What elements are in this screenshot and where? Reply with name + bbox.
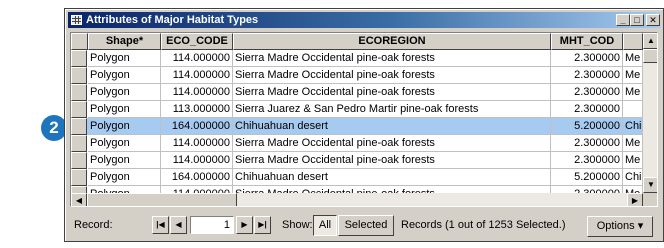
cell-ecoregion[interactable]: Sierra Madre Occidental pine-oak forests <box>233 135 551 152</box>
row-selector-header[interactable] <box>71 33 88 50</box>
row-selector[interactable] <box>71 169 87 186</box>
attributes-window: Attributes of Major Habitat Types _ □ ✕ … <box>64 8 664 242</box>
window-title: Attributes of Major Habitat Types <box>86 14 259 26</box>
cell-eco-code[interactable]: 164.000000 <box>161 169 233 186</box>
record-number-input[interactable]: 1 <box>190 216 234 234</box>
next-record-button[interactable]: ▶ <box>236 216 253 234</box>
row-selector[interactable] <box>71 152 87 169</box>
cell-ecoregion[interactable]: Sierra Madre Occidental pine-oak forests <box>233 50 551 67</box>
cell-partial[interactable]: Chi <box>623 169 643 186</box>
options-button[interactable]: Options ▾ <box>587 216 653 237</box>
table-row[interactable]: Polygon114.000000Sierra Madre Occidental… <box>71 152 643 169</box>
show-label: Show: <box>282 219 313 231</box>
column-header-partial[interactable] <box>623 33 643 50</box>
cell-shape[interactable]: Polygon <box>88 152 161 169</box>
cell-partial[interactable]: Me <box>623 135 643 152</box>
cell-eco-code[interactable]: 114.000000 <box>161 152 233 169</box>
previous-record-button[interactable]: ◀ <box>170 216 187 234</box>
last-record-button[interactable]: ▶| <box>254 216 271 234</box>
cell-eco-code[interactable]: 113.000000 <box>161 101 233 118</box>
cell-ecoregion[interactable]: Sierra Madre Occidental pine-oak forests <box>233 67 551 84</box>
cell-mht-cod[interactable]: 5.200000 <box>551 169 623 186</box>
scroll-left-button[interactable]: ◀ <box>71 193 87 206</box>
row-selector[interactable] <box>71 50 87 67</box>
minimize-button[interactable]: _ <box>616 14 630 26</box>
cell-mht-cod[interactable]: 2.300000 <box>551 152 623 169</box>
cell-partial[interactable]: Me <box>623 50 643 67</box>
cell-shape[interactable]: Polygon <box>88 101 161 118</box>
cell-ecoregion[interactable]: Chihuahuan desert <box>233 118 551 135</box>
cell-eco-code[interactable]: 114.000000 <box>161 50 233 67</box>
cell-shape[interactable]: Polygon <box>88 84 161 101</box>
scroll-down-button[interactable]: ▼ <box>643 177 657 193</box>
table-row[interactable]: Polygon114.000000Sierra Madre Occidental… <box>71 50 643 67</box>
row-selector[interactable] <box>71 118 87 135</box>
title-bar[interactable]: Attributes of Major Habitat Types _ □ ✕ <box>68 12 660 28</box>
cell-ecoregion[interactable]: Sierra Madre Occidental pine-oak forests <box>233 84 551 101</box>
cell-ecoregion[interactable]: Sierra Madre Occidental pine-oak forests <box>233 152 551 169</box>
close-button[interactable]: ✕ <box>646 14 660 26</box>
cell-shape[interactable]: Polygon <box>88 118 161 135</box>
cell-partial[interactable]: Me <box>623 152 643 169</box>
maximize-button[interactable]: □ <box>630 14 644 26</box>
cell-mht-cod[interactable]: 2.300000 <box>551 50 623 67</box>
scroll-right-button[interactable]: ▶ <box>627 193 643 206</box>
cell-shape[interactable]: Polygon <box>88 169 161 186</box>
cell-mht-cod[interactable]: 5.200000 <box>551 118 623 135</box>
row-selector[interactable] <box>71 101 87 118</box>
records-count-text: Records (1 out of 1253 Selected.) <box>401 219 566 231</box>
row-selector[interactable] <box>71 84 87 101</box>
cell-partial[interactable]: Me <box>623 84 643 101</box>
cell-mht-cod[interactable]: 2.300000 <box>551 135 623 152</box>
table-icon <box>71 15 82 25</box>
horizontal-scrollbar[interactable]: ◀ ▶ <box>71 193 643 206</box>
cell-partial[interactable] <box>623 101 643 118</box>
cell-partial[interactable]: Chi <box>623 118 643 135</box>
column-header-mht-cod[interactable]: MHT_COD <box>551 33 623 50</box>
cell-eco-code[interactable]: 114.000000 <box>161 67 233 84</box>
show-all-button[interactable]: All <box>313 215 337 236</box>
cell-shape[interactable]: Polygon <box>88 135 161 152</box>
scroll-up-button[interactable]: ▲ <box>643 33 657 49</box>
column-header-shape[interactable]: Shape* <box>88 33 161 50</box>
cell-partial[interactable]: Me <box>623 67 643 84</box>
scroll-corner <box>643 193 657 206</box>
status-bar: Record: |◀ ◀ 1 ▶ ▶| Show: All Selected R… <box>68 213 660 239</box>
table-row[interactable]: Polygon 164.000000 Chihuahuan desert 5.2000… <box>71 169 643 186</box>
table-row[interactable]: Polygon114.000000Sierra Madre Occidental… <box>71 67 643 84</box>
table-row[interactable]: Polygon 113.000000 Sierra Juarez & San Ped… <box>71 101 643 118</box>
cell-ecoregion[interactable]: Chihuahuan desert <box>233 169 551 186</box>
row-selector[interactable] <box>71 135 87 152</box>
cell-mht-cod[interactable]: 2.300000 <box>551 101 623 118</box>
cell-eco-code[interactable]: 114.000000 <box>161 135 233 152</box>
cell-eco-code[interactable]: 114.000000 <box>161 84 233 101</box>
attribute-table: Shape* ECO_CODE ECOREGION MHT_COD Polygo… <box>70 32 658 207</box>
cell-shape[interactable]: Polygon <box>88 50 161 67</box>
vertical-scroll-thumb[interactable] <box>643 49 657 63</box>
table-row[interactable]: Polygon114.000000Sierra Madre Occidental… <box>71 84 643 101</box>
cell-mht-cod[interactable]: 2.300000 <box>551 84 623 101</box>
horizontal-scroll-thumb[interactable] <box>87 193 237 206</box>
row-selector[interactable] <box>71 67 87 84</box>
column-header-eco-code[interactable]: ECO_CODE <box>161 33 233 50</box>
show-selected-button[interactable]: Selected <box>338 215 394 236</box>
cell-shape[interactable]: Polygon <box>88 67 161 84</box>
cell-eco-code[interactable]: 164.000000 <box>161 118 233 135</box>
vertical-scrollbar[interactable]: ▲ ▼ <box>643 33 657 193</box>
cell-ecoregion[interactable]: Sierra Juarez & San Pedro Martir pine-oa… <box>233 101 551 118</box>
column-header-ecoregion[interactable]: ECOREGION <box>233 33 551 50</box>
record-label: Record: <box>74 219 113 231</box>
first-record-button[interactable]: |◀ <box>152 216 169 234</box>
table-row[interactable]: Polygon114.000000Sierra Madre Occidental… <box>71 135 643 152</box>
table-row[interactable]: Polygon 164.000000 Chihuahuan desert 5.2000… <box>71 118 643 135</box>
cell-mht-cod[interactable]: 2.300000 <box>551 67 623 84</box>
